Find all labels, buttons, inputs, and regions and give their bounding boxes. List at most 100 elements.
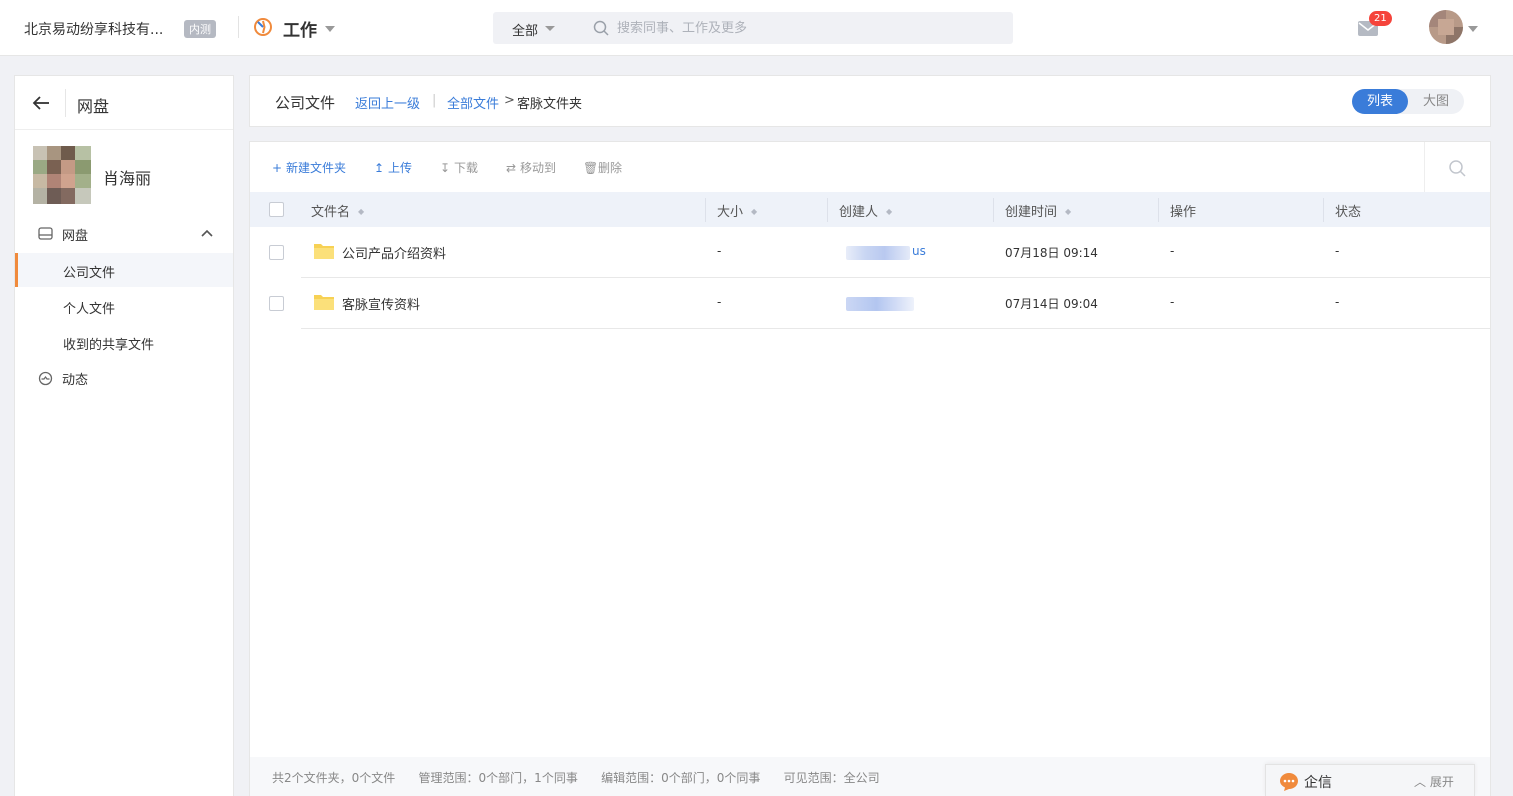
table-header: 文件名 ◆ 大小 ◆ 创建人 ◆ 创建时间 ◆ 操作 状态 bbox=[250, 192, 1490, 227]
edit-scope: 编辑范围：0个部门，0个同事 bbox=[601, 771, 761, 785]
chat-bubble-icon bbox=[1280, 773, 1298, 791]
column-divider bbox=[1158, 198, 1159, 222]
column-header-action: 操作 bbox=[1170, 205, 1197, 220]
creator-name[interactable]: us bbox=[912, 244, 926, 258]
created-time: 07月14日 09:04 bbox=[1005, 297, 1098, 311]
chevron-down-icon[interactable] bbox=[1468, 26, 1478, 32]
breadcrumb-current: 客脉文件夹 bbox=[517, 97, 583, 112]
sidebar-item-shared-files[interactable]: 收到的共享文件 bbox=[15, 325, 233, 359]
breadcrumb-arrow: > bbox=[504, 93, 515, 108]
delete-button[interactable]: 🗑删除 bbox=[583, 159, 622, 176]
column-header-name[interactable]: 文件名 ◆ bbox=[311, 201, 364, 220]
column-label: 文件名 bbox=[311, 205, 351, 220]
folder-icon bbox=[314, 244, 334, 259]
toolbar: + 新建文件夹 ↥ 上传 ↧ 下载 ⇄ 移动到 🗑删除 bbox=[250, 142, 1490, 192]
table-row[interactable]: 公司产品介绍资料 - us 07月18日 09:14 - - bbox=[250, 227, 1490, 278]
work-logo-icon[interactable] bbox=[253, 17, 273, 37]
divider bbox=[15, 129, 233, 130]
footer-summary: 共2个文件夹，0个文件 管理范围：0个部门，1个同事 编辑范围：0个部门，0个同… bbox=[272, 769, 880, 786]
row-divider bbox=[301, 328, 1490, 329]
column-divider bbox=[827, 198, 828, 222]
download-label: 下载 bbox=[454, 161, 479, 175]
unread-count-badge: 21 bbox=[1369, 11, 1392, 26]
back-arrow-icon[interactable] bbox=[32, 94, 50, 112]
global-search: 全部 bbox=[493, 12, 1013, 44]
select-all-checkbox[interactable] bbox=[269, 202, 284, 217]
column-label: 创建人 bbox=[839, 205, 879, 220]
company-name[interactable]: 北京易动纷享科技有... bbox=[24, 19, 163, 39]
user-avatar[interactable] bbox=[33, 146, 91, 204]
file-name[interactable]: 公司产品介绍资料 bbox=[342, 243, 446, 262]
grid-view-button[interactable]: 大图 bbox=[1408, 89, 1464, 114]
delete-label: 删除 bbox=[598, 161, 623, 175]
manage-scope: 管理范围：0个部门，1个同事 bbox=[418, 771, 578, 785]
column-header-created[interactable]: 创建时间 ◆ bbox=[1005, 201, 1071, 220]
work-app-label[interactable]: 工作 bbox=[283, 16, 317, 41]
search-icon bbox=[593, 20, 609, 36]
sidebar-item-drive[interactable]: 网盘 bbox=[15, 219, 233, 249]
chevron-down-icon[interactable] bbox=[545, 26, 555, 31]
chat-widget-label: 企信 bbox=[1304, 775, 1332, 791]
row-checkbox[interactable] bbox=[269, 245, 284, 260]
user-name: 肖海丽 bbox=[103, 169, 152, 188]
sidebar-item-company-files[interactable]: 公司文件 bbox=[15, 253, 233, 287]
search-input[interactable] bbox=[617, 12, 997, 44]
expand-label: 展开 bbox=[1429, 775, 1454, 789]
drive-icon bbox=[38, 227, 53, 240]
file-size: - bbox=[717, 295, 722, 309]
sidebar-item-label: 公司文件 bbox=[63, 266, 116, 281]
sort-icon: ◆ bbox=[1065, 207, 1072, 216]
table-row[interactable]: 客脉宣传资料 - 07月14日 09:04 - - bbox=[250, 278, 1490, 329]
column-header-status: 状态 bbox=[1335, 205, 1362, 220]
row-checkbox[interactable] bbox=[269, 296, 284, 311]
sidebar-item-personal-files[interactable]: 个人文件 bbox=[15, 289, 233, 323]
upload-button[interactable]: ↥ 上传 bbox=[373, 159, 412, 176]
list-view-button[interactable]: 列表 bbox=[1352, 89, 1408, 114]
breadcrumb-all-files[interactable]: 全部文件 bbox=[447, 93, 499, 112]
column-label: 创建时间 bbox=[1005, 205, 1058, 220]
sort-icon: ◆ bbox=[358, 207, 365, 216]
sort-icon: ◆ bbox=[751, 207, 758, 216]
divider bbox=[238, 16, 239, 38]
trash-icon: 🗑 bbox=[583, 161, 599, 175]
expand-button[interactable]: ︿ 展开 bbox=[1414, 773, 1454, 790]
view-toggle: 列表 大图 bbox=[1352, 89, 1464, 114]
chevron-up-icon[interactable] bbox=[201, 229, 213, 237]
search-scope-select[interactable]: 全部 bbox=[512, 20, 538, 39]
column-header-size[interactable]: 大小 ◆ bbox=[717, 201, 757, 220]
top-bar: 北京易动纷享科技有... 内测 工作 全部 21 bbox=[0, 0, 1513, 56]
folder-count: 共2个文件夹，0个文件 bbox=[272, 771, 396, 785]
move-label: 移动到 bbox=[520, 161, 557, 175]
download-icon: ↧ bbox=[439, 161, 451, 175]
column-divider bbox=[1323, 198, 1324, 222]
new-folder-button[interactable]: + 新建文件夹 bbox=[271, 159, 346, 176]
upload-label: 上传 bbox=[388, 161, 413, 175]
sidebar-item-label: 动态 bbox=[62, 373, 89, 388]
download-button[interactable]: ↧ 下载 bbox=[439, 159, 478, 176]
creator-avatar-blur bbox=[846, 297, 914, 311]
back-link[interactable]: 返回上一级 bbox=[355, 93, 420, 112]
chevron-down-icon[interactable] bbox=[325, 26, 335, 32]
divider bbox=[1424, 142, 1425, 192]
avatar[interactable] bbox=[1429, 10, 1463, 44]
file-name[interactable]: 客脉宣传资料 bbox=[342, 294, 420, 313]
created-time: 07月18日 09:14 bbox=[1005, 246, 1098, 260]
sort-icon: ◆ bbox=[886, 207, 893, 216]
column-divider bbox=[993, 198, 994, 222]
search-icon[interactable] bbox=[1448, 159, 1466, 177]
sidebar-item-activity[interactable]: 动态 bbox=[15, 364, 233, 394]
folder-icon bbox=[314, 295, 334, 310]
row-action: - bbox=[1170, 244, 1175, 258]
visible-scope: 可见范围：全公司 bbox=[783, 771, 880, 785]
column-label: 大小 bbox=[717, 205, 744, 220]
row-action: - bbox=[1170, 295, 1175, 309]
column-header-creator[interactable]: 创建人 ◆ bbox=[839, 201, 892, 220]
sidebar: 网盘 肖海丽 网盘 公司文件 个人文件 收到的共享文件 动态 bbox=[14, 75, 234, 796]
new-folder-label: 新建文件夹 bbox=[286, 161, 347, 175]
page-title: 公司文件 bbox=[275, 94, 336, 112]
chat-widget[interactable]: 企信 ︿ 展开 bbox=[1265, 764, 1475, 796]
chevron-up-icon: ︿ bbox=[1414, 775, 1427, 789]
move-to-button[interactable]: ⇄ 移动到 bbox=[505, 159, 556, 176]
column-divider bbox=[705, 198, 706, 222]
swap-icon: ⇄ bbox=[505, 161, 517, 175]
